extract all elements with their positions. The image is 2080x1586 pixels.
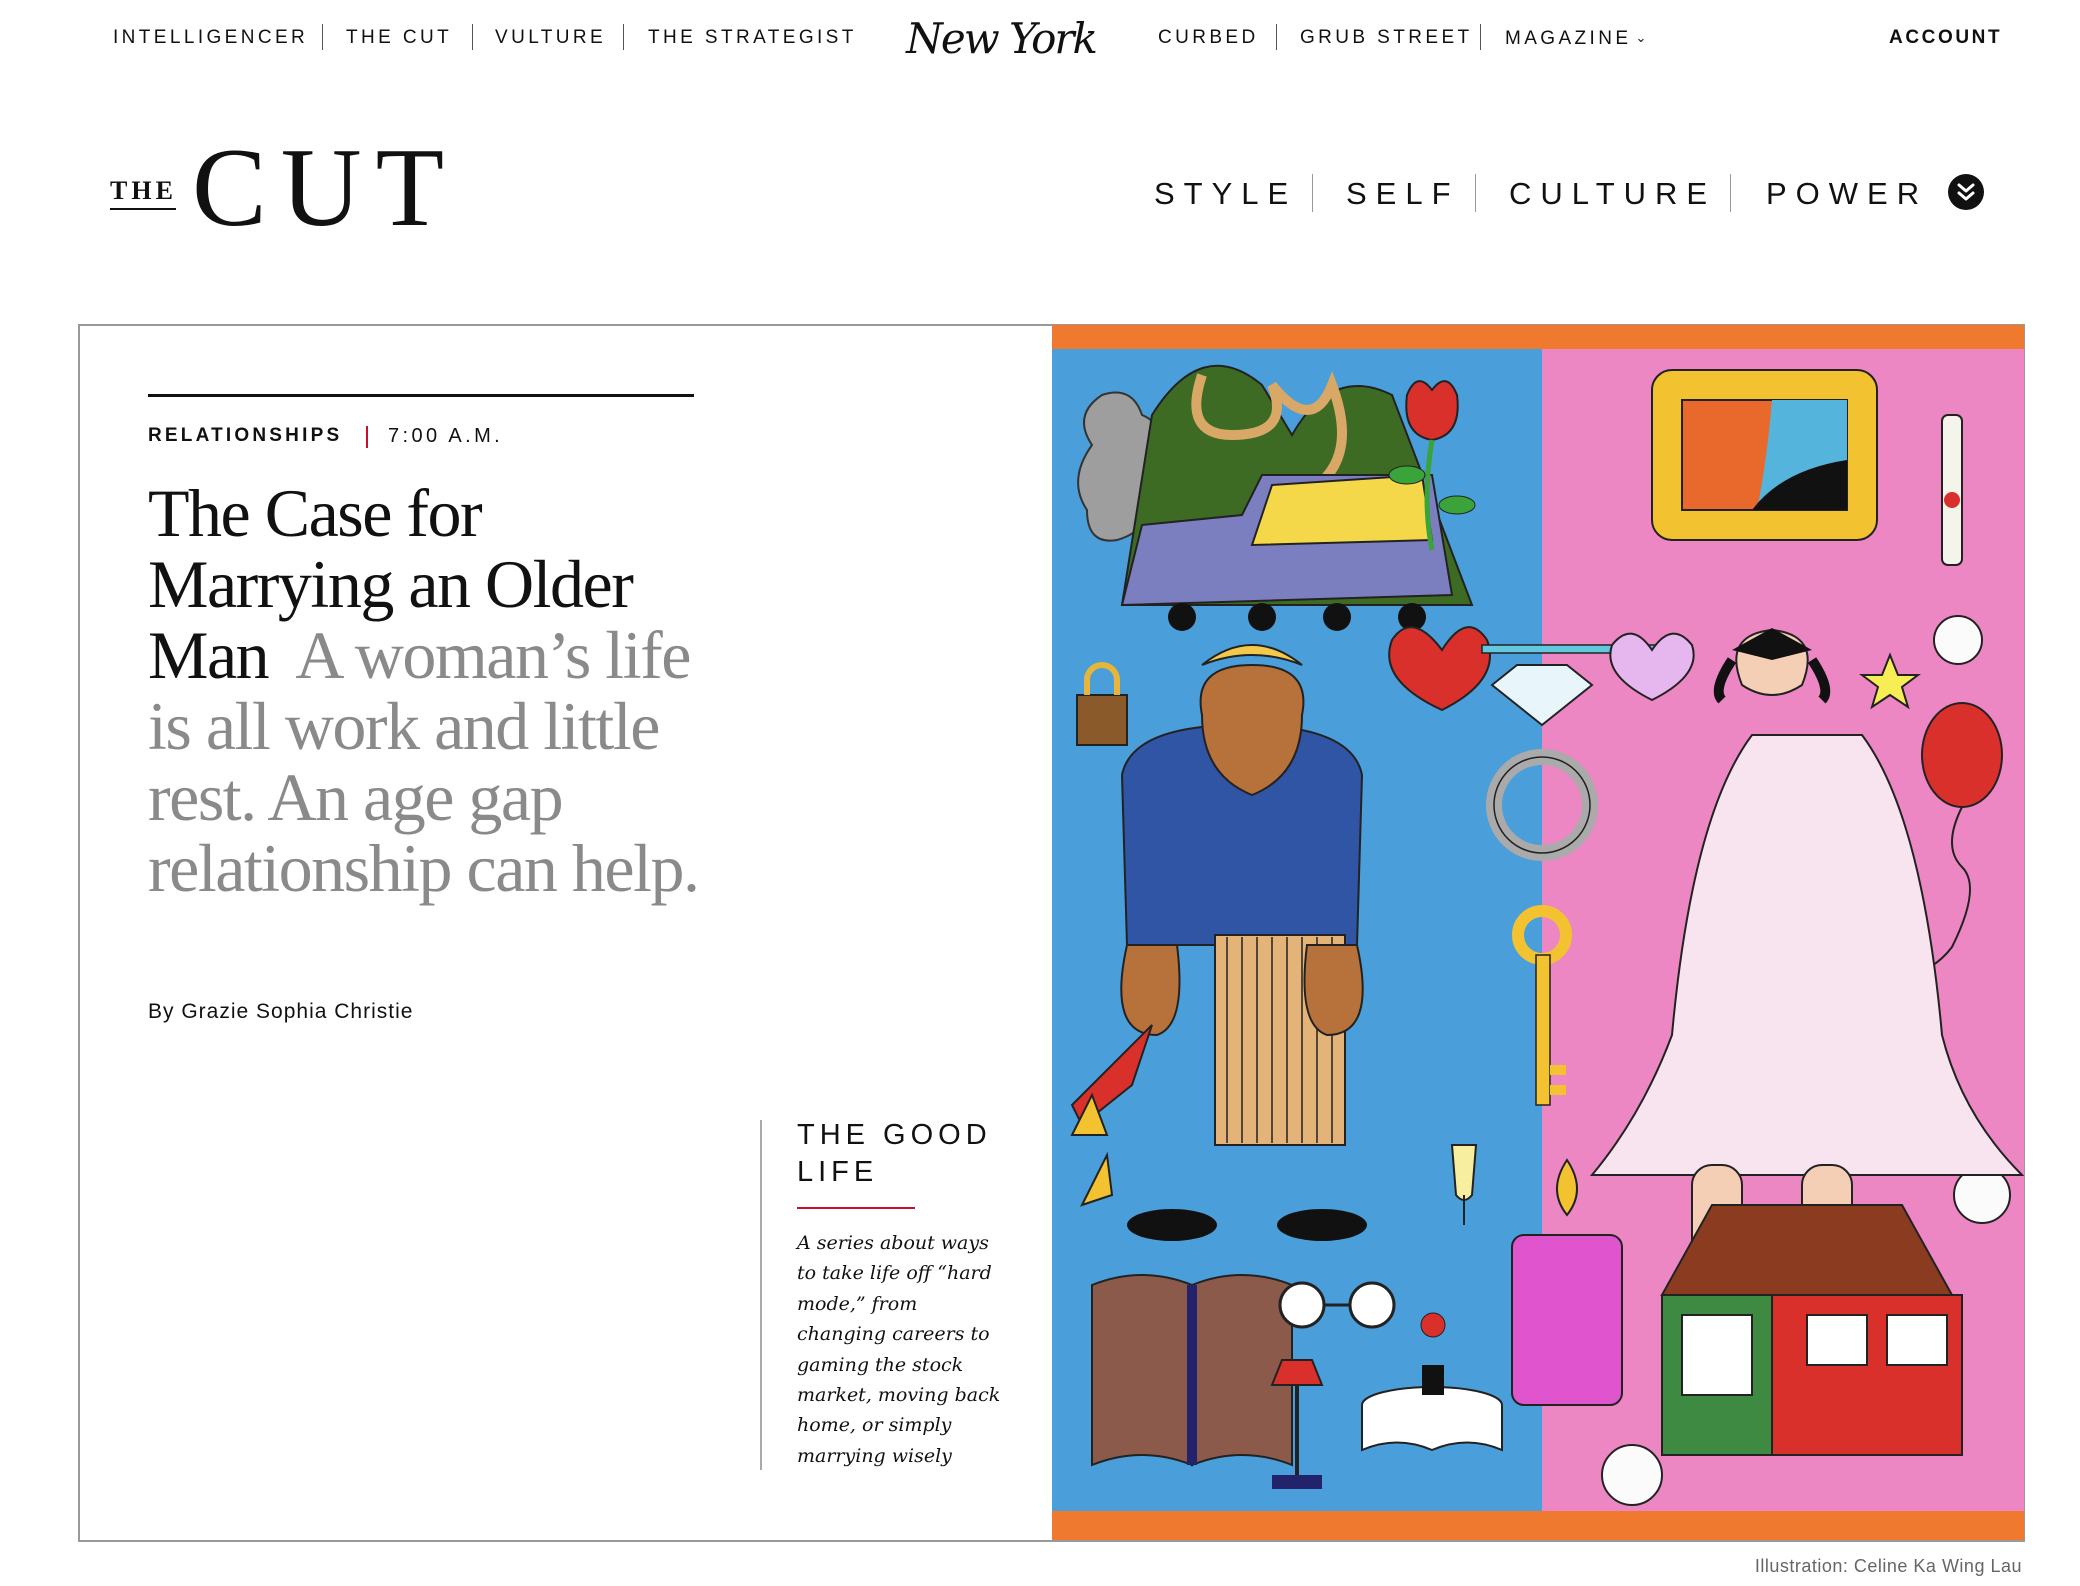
nav-the-cut[interactable]: THE CUT: [346, 26, 452, 50]
nav-magazine-label: MAGAZINE: [1505, 28, 1632, 49]
lead-illustration: [1052, 325, 2024, 1540]
nav-curbed[interactable]: CURBED: [1158, 26, 1259, 50]
headline-top-rule: [148, 394, 694, 397]
chevron-down-icon: ⌄: [1635, 30, 1647, 45]
section-nav: STYLE SELF CULTURE POWER: [1154, 174, 1954, 214]
section-style[interactable]: STYLE: [1154, 174, 1297, 214]
the-cut-logo[interactable]: THE CUT: [110, 132, 450, 244]
section-divider: [1312, 174, 1313, 212]
rubric-link[interactable]: RELATIONSHIPS: [148, 424, 342, 448]
section-divider: [1475, 174, 1476, 212]
nav-divider: [1480, 24, 1481, 50]
logo-underline: [110, 208, 176, 210]
nav-divider: [1276, 24, 1277, 50]
nav-divider: [472, 24, 473, 50]
illustration-credit: Illustration: Celine Ka Wing Lau: [1754, 1556, 2022, 1576]
nav-vulture[interactable]: VULTURE: [495, 26, 606, 50]
series-description: A series about ways to take life off “ha…: [797, 1232, 1001, 1467]
section-power[interactable]: POWER: [1766, 174, 1928, 214]
series-divider: [760, 1120, 762, 1470]
rubric-divider: [366, 426, 368, 448]
new-york-logo[interactable]: New York: [898, 8, 1104, 70]
illustration-art: [1052, 325, 2024, 1540]
nav-divider: [322, 24, 323, 50]
nav-divider: [623, 24, 624, 50]
section-divider: [1730, 174, 1731, 212]
account-link[interactable]: ACCOUNT: [1889, 26, 2002, 50]
double-chevron-down-icon: [1957, 183, 1975, 201]
nav-the-strategist[interactable]: THE STRATEGIST: [648, 26, 857, 50]
article-headline: The Case for Marrying an Older Man A wom…: [148, 478, 708, 904]
publish-time: 7:00 A.M.: [388, 425, 504, 447]
series-accent-rule: [797, 1207, 915, 1209]
section-self[interactable]: SELF: [1346, 174, 1460, 214]
section-culture[interactable]: CULTURE: [1509, 174, 1716, 214]
logo-the: THE: [110, 176, 177, 205]
nav-grub-street[interactable]: GRUB STREET: [1300, 26, 1473, 50]
series-title[interactable]: THE GOOD LIFE: [797, 1117, 1027, 1191]
byline: By Grazie Sophia Christie: [148, 1000, 414, 1023]
nav-intelligencer[interactable]: INTELLIGENCER: [113, 26, 308, 50]
logo-cut: CUT: [192, 126, 458, 250]
network-nav: INTELLIGENCER THE CUT VULTURE THE STRATE…: [0, 0, 2080, 74]
more-sections-button[interactable]: [1948, 174, 1984, 210]
nav-magazine[interactable]: MAGAZINE ⌄: [1505, 26, 1646, 50]
